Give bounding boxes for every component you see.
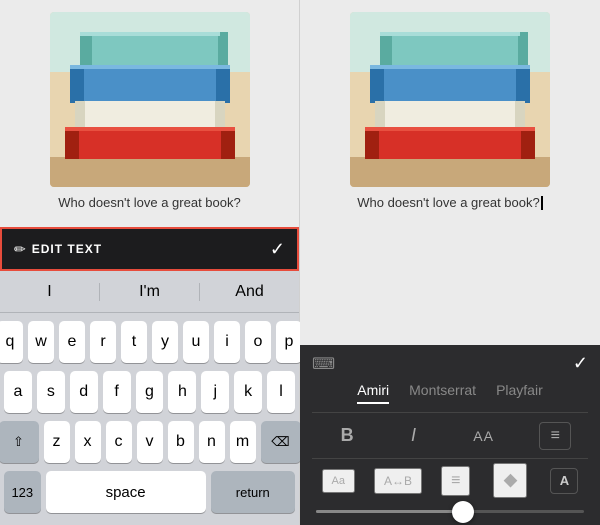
bold-button[interactable]: B bbox=[329, 421, 366, 450]
key-h[interactable]: h bbox=[168, 371, 196, 413]
key-a[interactable]: a bbox=[4, 371, 32, 413]
key-i[interactable]: i bbox=[214, 321, 240, 363]
right-preview: Who doesn't love a great book? bbox=[300, 0, 600, 345]
key-w[interactable]: w bbox=[28, 321, 54, 363]
key-b[interactable]: b bbox=[168, 421, 194, 463]
font-tab-montserrat[interactable]: Montserrat bbox=[409, 382, 476, 404]
key-t[interactable]: t bbox=[121, 321, 147, 363]
font-tabs: Amiri Montserrat Playfair bbox=[300, 378, 600, 412]
edit-icon: ✏ bbox=[14, 241, 26, 258]
left-preview: Who doesn't love a great book? bbox=[0, 0, 299, 227]
key-n[interactable]: n bbox=[199, 421, 225, 463]
key-o[interactable]: o bbox=[245, 321, 271, 363]
key-j[interactable]: j bbox=[201, 371, 229, 413]
keyboard-icon[interactable]: ⌨ bbox=[312, 354, 335, 374]
key-g[interactable]: g bbox=[136, 371, 164, 413]
italic-button[interactable]: I bbox=[399, 421, 428, 450]
font-size-slider[interactable] bbox=[316, 510, 584, 513]
key-c[interactable]: c bbox=[106, 421, 132, 463]
font-size-small-button[interactable]: Aa bbox=[322, 469, 355, 493]
key-s[interactable]: s bbox=[37, 371, 65, 413]
edit-text-label: EDIT TEXT bbox=[32, 242, 270, 256]
keyboard-row-2: a s d f g h j k l bbox=[4, 371, 295, 413]
key-shift[interactable]: ⇧ bbox=[0, 421, 39, 463]
key-123[interactable]: 123 bbox=[4, 471, 41, 513]
color-picker-button[interactable]: ⬥ bbox=[493, 463, 527, 498]
line-spacing-button[interactable]: ≡ bbox=[441, 466, 470, 496]
key-d[interactable]: d bbox=[70, 371, 98, 413]
suggestion-2[interactable]: I'm bbox=[100, 283, 200, 301]
key-return[interactable]: return bbox=[211, 471, 295, 513]
slider-thumb[interactable] bbox=[452, 501, 474, 523]
text-fit-button[interactable]: A↔B bbox=[374, 468, 422, 494]
text-color-button[interactable]: A bbox=[550, 468, 578, 494]
suggestion-3[interactable]: And bbox=[200, 283, 299, 301]
key-q[interactable]: q bbox=[0, 321, 23, 363]
key-r[interactable]: r bbox=[90, 321, 116, 363]
key-k[interactable]: k bbox=[234, 371, 262, 413]
key-e[interactable]: e bbox=[59, 321, 85, 363]
book-image-left bbox=[50, 12, 250, 187]
key-u[interactable]: u bbox=[183, 321, 209, 363]
key-z[interactable]: z bbox=[44, 421, 70, 463]
key-x[interactable]: x bbox=[75, 421, 101, 463]
key-f[interactable]: f bbox=[103, 371, 131, 413]
key-p[interactable]: p bbox=[276, 321, 302, 363]
slider-fill bbox=[316, 510, 463, 513]
keyboard-row-1: q w e r t y u i o p bbox=[4, 321, 295, 363]
book-image-right bbox=[350, 12, 550, 187]
key-y[interactable]: y bbox=[152, 321, 178, 363]
right-checkmark[interactable]: ✓ bbox=[573, 353, 588, 374]
caption-right: Who doesn't love a great book? bbox=[357, 195, 542, 216]
format-row-1: B I AA ≡ bbox=[300, 413, 600, 458]
font-tab-amiri[interactable]: Amiri bbox=[357, 382, 389, 404]
key-v[interactable]: v bbox=[137, 421, 163, 463]
keyboard: q w e r t y u i o p a s d f g h j k l ⇧ … bbox=[0, 313, 299, 525]
left-panel: Who doesn't love a great book? ✏ EDIT TE… bbox=[0, 0, 300, 525]
format-row-2: Aa A↔B ≡ ⬥ A bbox=[300, 459, 600, 506]
key-l[interactable]: l bbox=[267, 371, 295, 413]
font-tab-playfair[interactable]: Playfair bbox=[496, 382, 543, 404]
key-delete[interactable]: ⌫ bbox=[261, 421, 301, 463]
align-button[interactable]: ≡ bbox=[539, 422, 571, 450]
right-panel: Who doesn't love a great book? ⌨ ✓ Amiri… bbox=[300, 0, 600, 525]
keyboard-suggestions: I I'm And bbox=[0, 271, 299, 313]
key-space[interactable]: space bbox=[46, 471, 206, 513]
key-m[interactable]: m bbox=[230, 421, 256, 463]
keyboard-row-3: ⇧ z x c v b n m ⌫ bbox=[4, 421, 295, 463]
format-header: ⌨ ✓ bbox=[300, 345, 600, 378]
edit-text-toolbar[interactable]: ✏ EDIT TEXT ✓ bbox=[0, 227, 299, 271]
font-size-slider-row bbox=[300, 506, 600, 525]
left-checkmark[interactable]: ✓ bbox=[270, 239, 285, 260]
caps-button[interactable]: AA bbox=[461, 424, 506, 448]
text-cursor bbox=[541, 196, 543, 210]
formatting-panel: ⌨ ✓ Amiri Montserrat Playfair B I AA ≡ A… bbox=[300, 345, 600, 525]
keyboard-row-4: 123 space return bbox=[4, 471, 295, 513]
caption-left: Who doesn't love a great book? bbox=[58, 195, 240, 216]
suggestion-1[interactable]: I bbox=[0, 283, 100, 301]
